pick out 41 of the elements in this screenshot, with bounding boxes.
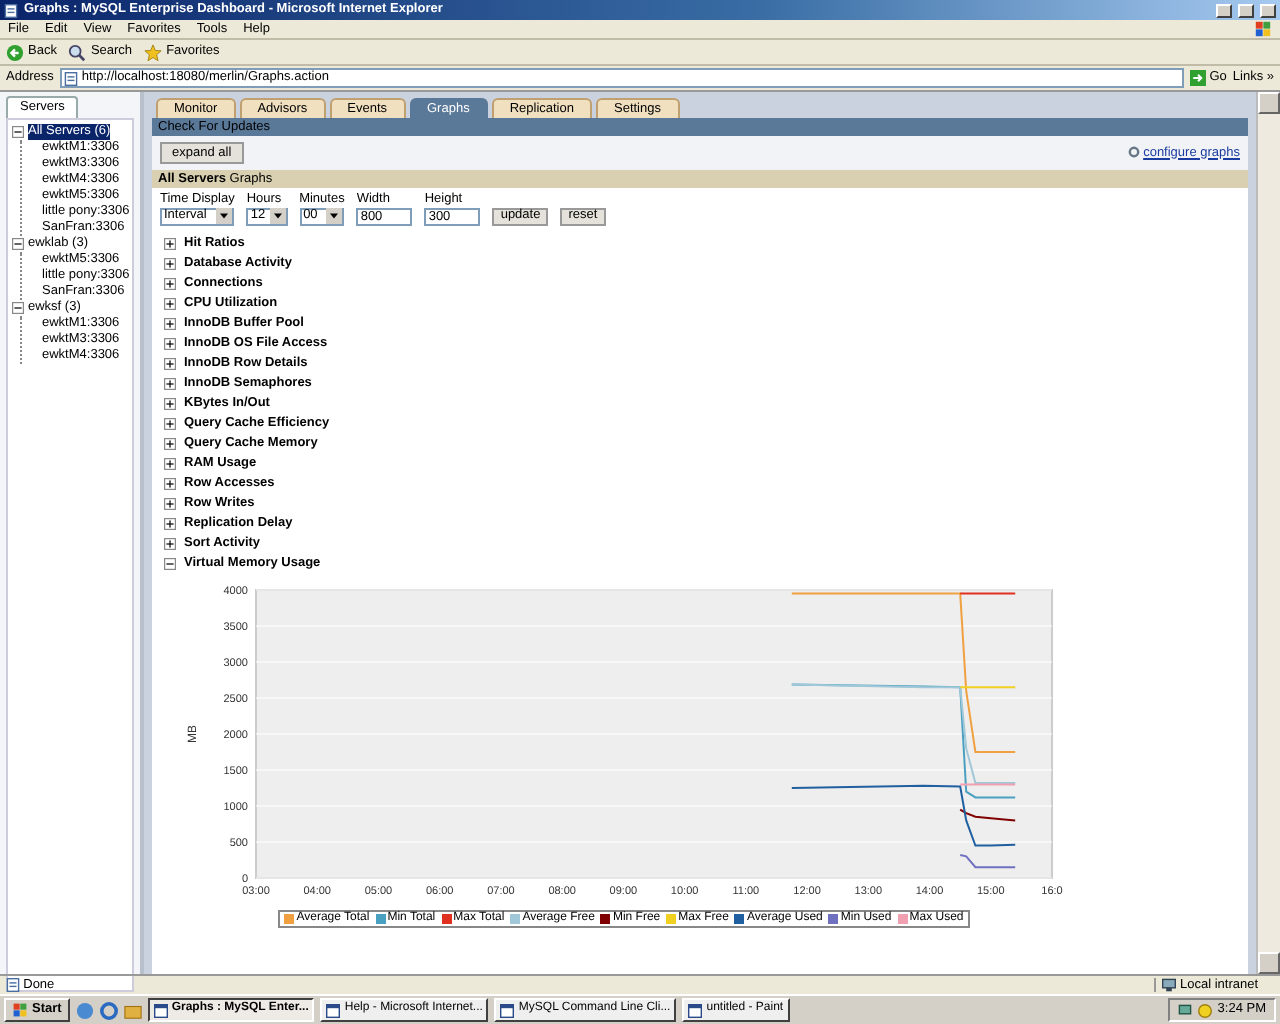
expand-icon[interactable] <box>164 237 176 250</box>
expand-icon[interactable] <box>164 537 176 550</box>
go-arrow-icon <box>1189 70 1206 86</box>
window-icon <box>326 1003 341 1017</box>
collapse-icon[interactable] <box>164 557 176 570</box>
page-icon <box>63 71 78 85</box>
expand-icon[interactable] <box>164 357 176 370</box>
collapse-icon[interactable] <box>12 125 24 138</box>
expand-icon[interactable] <box>164 277 176 290</box>
expand-icon[interactable] <box>164 517 176 530</box>
expand-icon[interactable] <box>164 297 176 310</box>
dropdown-arrow-icon <box>326 208 343 225</box>
collapse-icon[interactable] <box>12 301 24 314</box>
dropdown-arrow-icon <box>216 208 233 225</box>
minimize-button[interactable] <box>1216 3 1232 17</box>
dropdown-arrow-icon <box>269 208 286 225</box>
expand-icon[interactable] <box>164 417 176 430</box>
back-arrow-icon <box>6 43 24 61</box>
collapse-icon[interactable] <box>12 237 24 250</box>
expand-icon[interactable] <box>164 437 176 450</box>
folder-icon[interactable] <box>123 1001 142 1019</box>
scrollbar[interactable] <box>1256 92 1280 974</box>
windows-logo-icon <box>1254 20 1272 38</box>
window-icon <box>500 1003 515 1017</box>
maximize-button[interactable] <box>1238 3 1254 17</box>
expand-icon[interactable] <box>164 317 176 330</box>
intranet-icon <box>1162 977 1176 992</box>
expand-icon[interactable] <box>164 477 176 490</box>
expand-icon[interactable] <box>164 257 176 270</box>
app-icon <box>4 3 18 17</box>
window-icon <box>688 1003 703 1017</box>
expand-icon[interactable] <box>164 457 176 470</box>
expand-icon[interactable] <box>164 377 176 390</box>
expand-icon[interactable] <box>164 337 176 350</box>
close-button[interactable] <box>1260 3 1276 17</box>
expand-icon[interactable] <box>164 497 176 510</box>
window-icon <box>153 1003 168 1017</box>
windows-logo-icon <box>12 1002 28 1018</box>
expand-icon[interactable] <box>164 397 176 410</box>
search-icon <box>68 43 87 61</box>
star-icon <box>144 43 163 61</box>
